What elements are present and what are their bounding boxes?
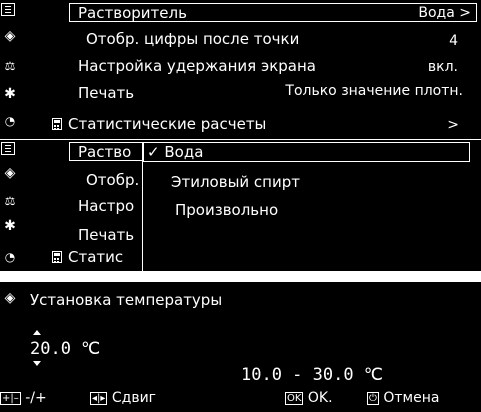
- solvent-value: Вода >: [418, 5, 471, 21]
- menu-item-screen-hold[interactable]: Настро: [78, 196, 134, 216]
- menu-item-print[interactable]: Печать: [78, 83, 134, 103]
- option-label: Произвольно: [175, 201, 279, 219]
- menu-item-statistics[interactable]: Статистические расчеты: [68, 114, 266, 134]
- statistics-arrow: >: [447, 117, 459, 133]
- solvent-dropdown: ✓ Вода Этиловый спирт Произвольно: [142, 142, 481, 271]
- power-key-icon: ⏻: [367, 391, 379, 405]
- page-title: Установка температуры: [30, 291, 223, 309]
- menu-item-solvent[interactable]: Раство: [78, 142, 131, 162]
- plus-minus-hint[interactable]: +|– -/+: [0, 389, 47, 407]
- option-custom[interactable]: Произвольно: [175, 200, 278, 220]
- option-label: Вода: [164, 143, 204, 161]
- menu-item-label: Статис: [68, 248, 124, 266]
- menu-item-screen-hold[interactable]: Настройка удержания экрана: [78, 56, 316, 76]
- menu-item-label: Растворитель: [78, 4, 187, 22]
- balance-settings-icon[interactable]: ⚖: [3, 194, 17, 208]
- print-value: Только значение плотн.: [285, 83, 463, 99]
- screen-hold-value: вкл.: [427, 59, 458, 75]
- diamond-icon[interactable]: ◈: [3, 29, 17, 43]
- menu-item-label: Статистические расчеты: [68, 115, 267, 133]
- ok-hint[interactable]: OK OK.: [285, 389, 333, 407]
- menu-item-decimal-digits[interactable]: Отобр.: [86, 170, 139, 190]
- cancel-hint[interactable]: ⏻ Отмена: [367, 389, 439, 407]
- cancel-label: Отмена: [383, 390, 440, 406]
- timer-icon[interactable]: ◔: [3, 250, 17, 264]
- calculator-icon: [52, 251, 62, 263]
- menu-item-statistics[interactable]: Статис: [68, 247, 123, 267]
- shift-label: Сдвиг: [111, 390, 157, 406]
- menu-icon[interactable]: [1, 3, 15, 16]
- menu-item-label: Раство: [78, 143, 132, 161]
- diamond-icon[interactable]: ◈: [3, 166, 17, 180]
- option-ethanol[interactable]: Этиловый спирт: [171, 172, 300, 192]
- menu-item-print[interactable]: Печать: [78, 225, 134, 245]
- menu-item-label: Печать: [78, 226, 135, 244]
- gear-icon[interactable]: ✱: [3, 219, 17, 233]
- solvent-dropdown-panel: ◈ ⚖ ✱ ◔ Раство Отобр. Настро Печать Стат…: [0, 140, 481, 271]
- timer-icon[interactable]: ◔: [3, 114, 17, 128]
- shift-hint[interactable]: ◂|▸ Сдвиг: [90, 389, 156, 407]
- gear-icon[interactable]: ✱: [3, 87, 17, 101]
- menu-icon[interactable]: [1, 142, 15, 155]
- balance-settings-icon[interactable]: ⚖: [3, 59, 17, 73]
- menu-item-label: Отобр. цифры после точки: [86, 30, 300, 48]
- menu-item-solvent[interactable]: Растворитель: [78, 3, 187, 23]
- temperature-range: 10.0 - 30.0 ℃: [241, 365, 383, 385]
- check-icon: ✓: [147, 143, 160, 161]
- ok-key-icon: OK: [285, 391, 304, 405]
- calculator-icon: [52, 118, 62, 130]
- decrease-arrow-icon[interactable]: [33, 361, 41, 366]
- decimal-digits-value: 4: [449, 33, 458, 49]
- option-label: Этиловый спирт: [171, 173, 300, 191]
- temperature-value[interactable]: 20.0 ℃: [30, 338, 100, 360]
- ok-label: OK.: [307, 390, 333, 406]
- increase-arrow-icon[interactable]: [33, 330, 41, 335]
- menu-item-label: Настро: [78, 197, 135, 215]
- menu-item-label: Печать: [78, 84, 135, 102]
- plus-minus-label: -/+: [25, 390, 47, 406]
- diamond-icon: ◈: [4, 290, 16, 306]
- option-water[interactable]: ✓ Вода: [147, 142, 203, 162]
- plus-minus-key-icon: +|–: [0, 391, 21, 405]
- settings-menu-panel: ◈ ⚖ ✱ ◔ Растворитель Вода > Отобр. цифры…: [0, 0, 481, 139]
- menu-item-label: Отобр.: [86, 171, 140, 189]
- shift-key-icon: ◂|▸: [90, 391, 108, 405]
- menu-item-decimal-digits[interactable]: Отобр. цифры после точки: [86, 29, 299, 49]
- temperature-setting-panel: ◈ Установка температуры 20.0 ℃ 10.0 - 30…: [0, 282, 481, 412]
- menu-item-label: Настройка удержания экрана: [78, 57, 316, 75]
